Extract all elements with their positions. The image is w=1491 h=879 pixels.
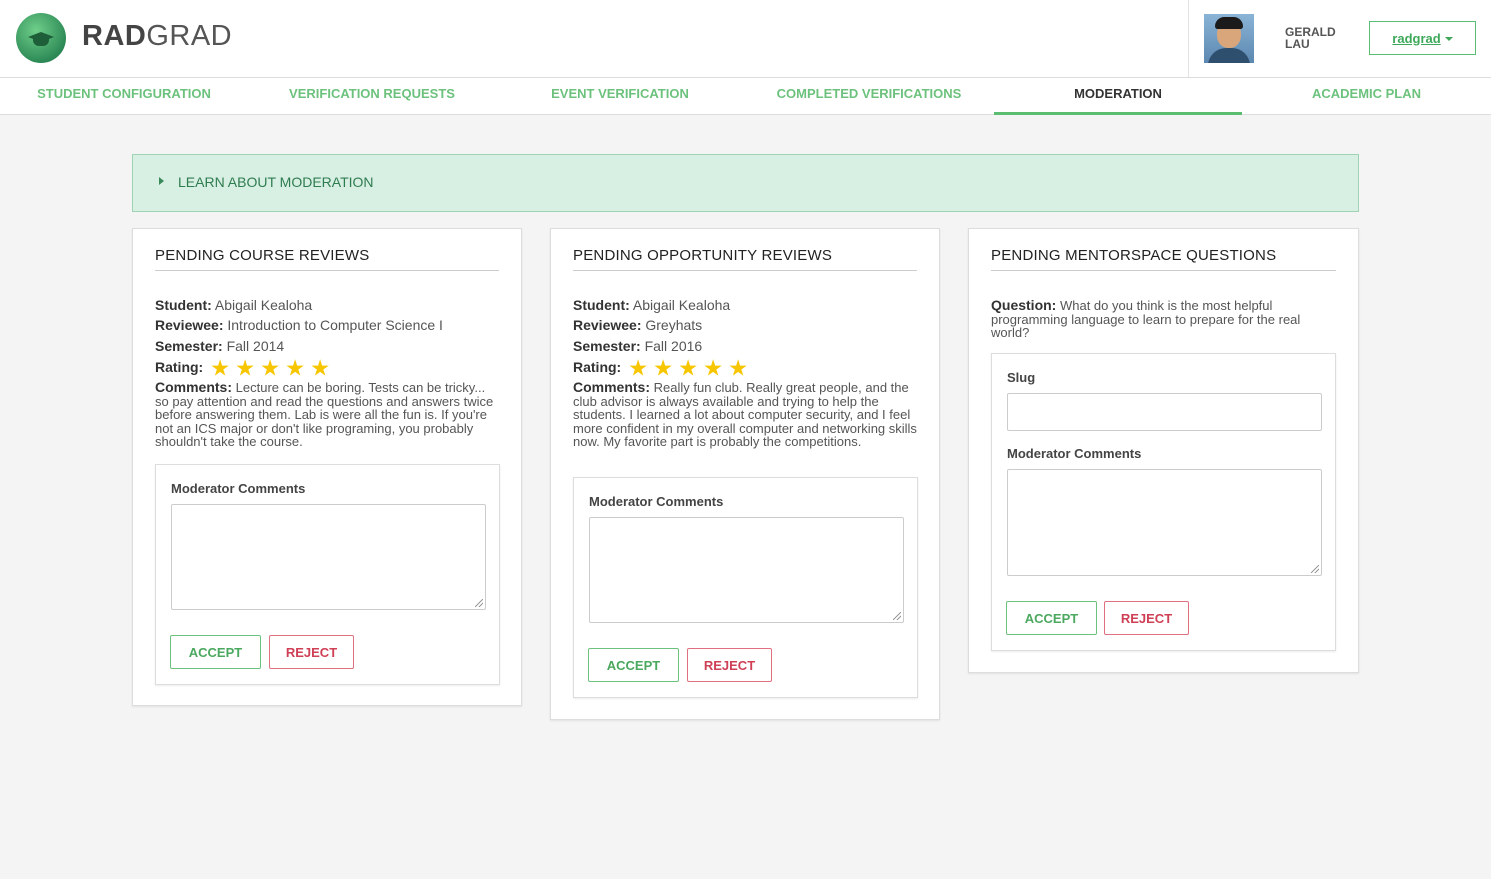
chevron-down-icon <box>1444 37 1453 41</box>
tab-student-configuration[interactable]: STUDENT CONFIGURATION <box>0 78 248 115</box>
star-icon <box>261 359 279 376</box>
star-icon <box>311 359 329 376</box>
learn-about-moderation-accordion[interactable]: LEARN ABOUT MODERATION <box>132 154 1359 212</box>
user-name: GERALD LAU <box>1285 25 1336 51</box>
divider <box>1188 0 1189 77</box>
accept-button[interactable]: ACCEPT <box>170 635 261 669</box>
radgrad-logo-icon[interactable] <box>16 13 66 63</box>
card-title: PENDING COURSE REVIEWS <box>155 247 499 271</box>
tab-academic-plan[interactable]: ACADEMIC PLAN <box>1242 78 1491 115</box>
card-title: PENDING OPPORTUNITY REVIEWS <box>573 247 917 271</box>
brand-name: RADGRAD <box>82 20 233 52</box>
star-icon <box>286 359 304 376</box>
student-field: Student: Abigail Kealoha <box>155 297 313 313</box>
reviewee-field: Reviewee: Greyhats <box>573 317 703 333</box>
learn-about-moderation-label: LEARN ABOUT MODERATION <box>178 174 374 190</box>
star-icon <box>729 359 747 376</box>
avatar <box>1204 14 1254 63</box>
rating-field: Rating: <box>573 357 747 377</box>
moderator-comments-label: Moderator Comments <box>1007 446 1142 461</box>
user-menu-button[interactable]: radgrad <box>1369 21 1476 55</box>
slug-label: Slug <box>1007 370 1036 385</box>
star-icon <box>654 359 672 376</box>
question-field: Question: What do you think is the most … <box>991 297 1301 340</box>
tab-verification-requests[interactable]: VERIFICATION REQUESTS <box>248 78 496 115</box>
moderator-comments-textarea[interactable] <box>1007 469 1322 576</box>
star-icon <box>704 359 722 376</box>
star-icon <box>211 359 229 376</box>
resize-grip-icon[interactable] <box>1311 565 1319 573</box>
rating-stars <box>211 359 329 377</box>
semester-field: Semester: Fall 2014 <box>155 338 285 354</box>
card-title: PENDING MENTORSPACE QUESTIONS <box>991 247 1336 271</box>
moderator-form: Moderator Comments ACCEPT REJECT <box>155 464 500 685</box>
nav-tabs: STUDENT CONFIGURATION VERIFICATION REQUE… <box>0 78 1491 115</box>
tab-completed-verifications[interactable]: COMPLETED VERIFICATIONS <box>744 78 994 115</box>
resize-grip-icon[interactable] <box>893 612 901 620</box>
resize-grip-icon[interactable] <box>475 599 483 607</box>
reject-button[interactable]: REJECT <box>687 648 772 682</box>
moderator-comments-textarea[interactable] <box>589 517 904 623</box>
star-icon <box>236 359 254 376</box>
moderator-comments-label: Moderator Comments <box>589 494 724 509</box>
rating-field: Rating: <box>155 357 329 377</box>
moderator-form: Moderator Comments ACCEPT REJECT <box>573 477 918 698</box>
tab-event-verification[interactable]: EVENT VERIFICATION <box>496 78 744 115</box>
reject-button[interactable]: REJECT <box>269 635 354 669</box>
star-icon <box>679 359 697 376</box>
header: RADGRAD GERALD LAU radgrad <box>0 0 1491 78</box>
pending-mentorspace-questions-card: PENDING MENTORSPACE QUESTIONS Question: … <box>968 228 1359 673</box>
slug-input[interactable] <box>1007 393 1322 431</box>
comments-field: Comments: Lecture can be boring. Tests c… <box>155 379 494 449</box>
semester-field: Semester: Fall 2016 <box>573 338 703 354</box>
reject-button[interactable]: REJECT <box>1104 601 1189 635</box>
moderator-comments-label: Moderator Comments <box>171 481 306 496</box>
accept-button[interactable]: ACCEPT <box>1006 601 1097 635</box>
reviewee-field: Reviewee: Introduction to Computer Scien… <box>155 317 443 333</box>
tab-moderation[interactable]: MODERATION <box>994 78 1242 115</box>
user-menu-label: radgrad <box>1392 30 1441 46</box>
moderation-form: Slug Moderator Comments ACCEPT REJECT <box>991 353 1336 651</box>
pending-opportunity-reviews-card: PENDING OPPORTUNITY REVIEWS Student: Abi… <box>550 228 940 720</box>
student-field: Student: Abigail Kealoha <box>573 297 731 313</box>
star-icon <box>629 359 647 376</box>
expand-arrow-icon <box>159 177 164 185</box>
accept-button[interactable]: ACCEPT <box>588 648 679 682</box>
comments-field: Comments: Really fun club. Really great … <box>573 379 917 449</box>
rating-stars <box>629 359 747 377</box>
moderator-comments-textarea[interactable] <box>171 504 486 610</box>
pending-course-reviews-card: PENDING COURSE REVIEWS Student: Abigail … <box>132 228 522 706</box>
